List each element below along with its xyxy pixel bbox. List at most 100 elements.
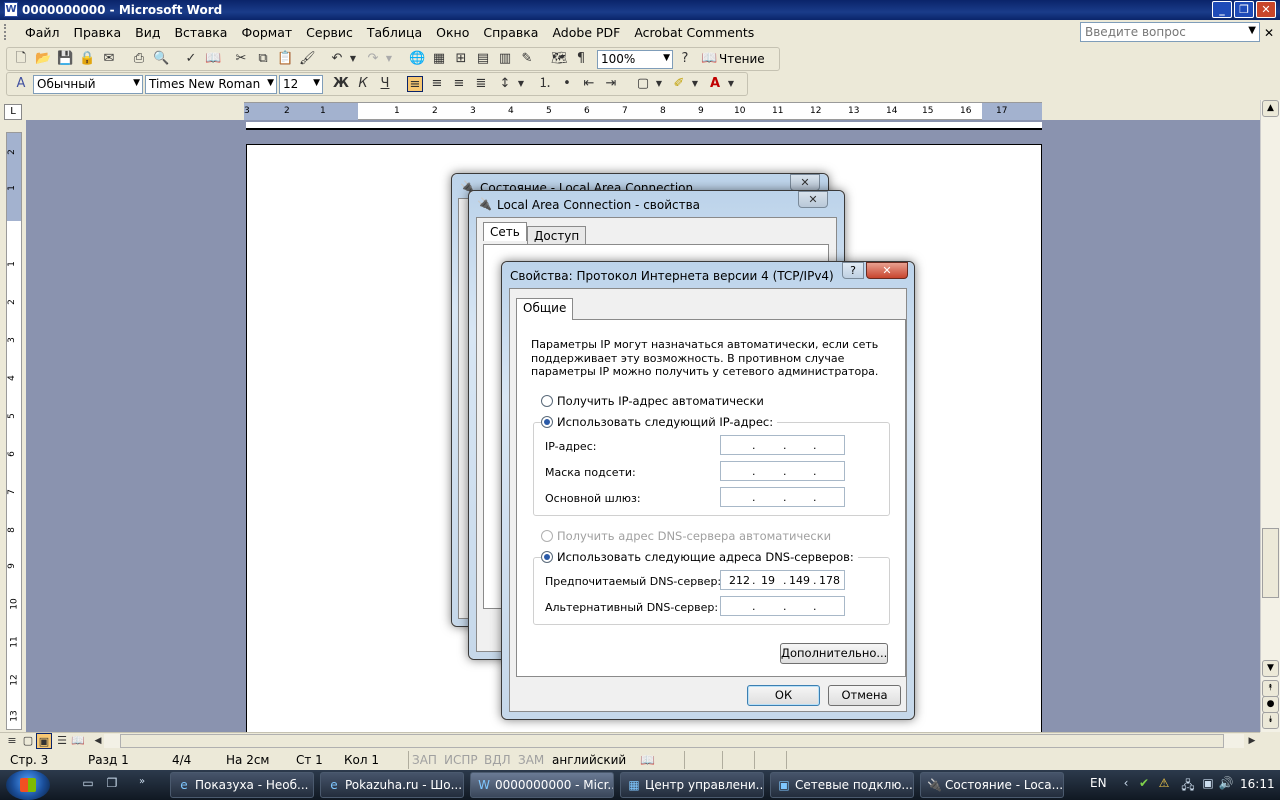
- restore-button[interactable]: ❐: [1234, 1, 1254, 18]
- undo-dropdown-icon[interactable]: ▼: [345, 51, 361, 67]
- status-record-macro[interactable]: ЗАП: [412, 753, 437, 767]
- align-left-icon[interactable]: ≡: [407, 76, 423, 92]
- format-painter-icon[interactable]: 🖌: [299, 51, 316, 67]
- style-select[interactable]: Обычный ▼: [33, 75, 143, 94]
- minimize-button[interactable]: _: [1212, 1, 1232, 18]
- tab-general[interactable]: Общие: [516, 298, 574, 320]
- underline-icon[interactable]: Ч: [377, 76, 393, 92]
- decrease-indent-icon[interactable]: ⇤: [581, 76, 597, 92]
- columns-icon[interactable]: ▥: [497, 51, 513, 67]
- reading-view-icon[interactable]: 📖: [70, 733, 86, 749]
- menu-table[interactable]: Таблица: [360, 25, 429, 40]
- redo-icon[interactable]: ↷: [365, 51, 381, 67]
- vertical-scroll-thumb[interactable]: [1262, 528, 1279, 598]
- undo-icon[interactable]: ↶: [329, 51, 345, 67]
- manual-ip-radio-circle[interactable]: [541, 416, 553, 428]
- vertical-ruler[interactable]: 2 1 1 2 3 4 5 6 7 8 9 10 11 12 13: [6, 132, 22, 730]
- menu-format[interactable]: Формат: [234, 25, 299, 40]
- properties-dialog-close-icon[interactable]: ✕: [798, 191, 828, 208]
- tray-expand-icon[interactable]: ‹: [1118, 776, 1134, 792]
- horizontal-ruler[interactable]: 3 2 1 1 2 3 4 5 6 7 8 9 10 11 12 13 14 1…: [244, 102, 1042, 120]
- highlight-dropdown-icon[interactable]: ▼: [687, 76, 703, 92]
- highlight-icon[interactable]: ✐: [671, 76, 687, 92]
- numbering-icon[interactable]: ⒈: [537, 76, 553, 92]
- insert-table-icon[interactable]: ⊞: [453, 51, 469, 67]
- subnet-mask-input[interactable]: ...: [720, 461, 845, 481]
- redo-dropdown-icon[interactable]: ▼: [381, 51, 397, 67]
- reading-layout-icon[interactable]: 📖: [701, 51, 717, 67]
- tray-security-icon[interactable]: ⚠: [1156, 776, 1172, 792]
- tab-sharing[interactable]: Доступ: [527, 226, 587, 245]
- font-select[interactable]: Times New Roman ▼: [145, 75, 277, 94]
- font-dropdown-icon[interactable]: ▼: [267, 78, 274, 88]
- font-size-dropdown-icon[interactable]: ▼: [313, 78, 320, 88]
- status-extend-selection[interactable]: ВДЛ: [484, 753, 511, 767]
- taskbar-item[interactable]: e Показуха - Необ...: [170, 772, 314, 798]
- preferred-dns-input[interactable]: 212 . 19 . 149 . 178: [720, 570, 845, 590]
- manual-ip-radio[interactable]: Использовать следующий IP-адрес:: [541, 415, 778, 429]
- taskbar-item[interactable]: 🔌 Состояние - Loca...: [920, 772, 1064, 798]
- horizontal-scrollbar[interactable]: ≡ ▢ ▣ ☰ 📖 ◀ ▶: [0, 732, 1260, 749]
- tab-selector[interactable]: L: [4, 104, 22, 120]
- ok-button[interactable]: ОК: [747, 685, 820, 706]
- taskbar-item[interactable]: ▣ Сетевые подклю...: [770, 772, 914, 798]
- status-track-changes[interactable]: ИСПР: [444, 753, 478, 767]
- previous-page-icon[interactable]: ⯭: [1262, 680, 1279, 697]
- auto-ip-radio-circle[interactable]: [541, 395, 553, 407]
- font-color-icon[interactable]: A: [707, 76, 723, 92]
- language-indicator[interactable]: EN: [1090, 776, 1107, 790]
- justify-icon[interactable]: ≣: [473, 76, 489, 92]
- auto-dns-radio[interactable]: Получить адрес DNS-сервера автоматически: [541, 529, 831, 543]
- scroll-up-icon[interactable]: ▲: [1262, 100, 1279, 117]
- bullets-icon[interactable]: •: [559, 76, 575, 92]
- borders-dropdown-icon[interactable]: ▼: [651, 76, 667, 92]
- print-icon[interactable]: ⎙: [131, 51, 147, 67]
- document-close-icon[interactable]: ✕: [1264, 26, 1274, 40]
- menu-tools[interactable]: Сервис: [299, 25, 360, 40]
- help-icon[interactable]: ?: [677, 51, 693, 67]
- ask-question-input[interactable]: Введите вопрос ▼: [1080, 22, 1260, 42]
- spelling-icon[interactable]: ✓: [183, 51, 199, 67]
- open-folder-icon[interactable]: 📂: [35, 51, 51, 67]
- menu-file[interactable]: Файл: [18, 25, 67, 40]
- auto-dns-radio-circle[interactable]: [541, 530, 553, 542]
- save-icon[interactable]: 💾: [57, 51, 73, 67]
- drawing-icon[interactable]: ✎: [519, 51, 535, 67]
- clock[interactable]: 16:11: [1240, 777, 1275, 791]
- tcpip-dialog-close-icon[interactable]: ✕: [866, 262, 908, 279]
- horizontal-scroll-thumb[interactable]: [120, 734, 1224, 748]
- status-overtype[interactable]: ЗАМ: [518, 753, 544, 767]
- line-spacing-dropdown-icon[interactable]: ▼: [513, 76, 529, 92]
- insert-excel-icon[interactable]: ▤: [475, 51, 491, 67]
- tray-app-icon[interactable]: ✔: [1136, 776, 1152, 792]
- menu-insert[interactable]: Вставка: [167, 25, 234, 40]
- permission-icon[interactable]: 🔒: [79, 51, 95, 67]
- taskbar-item[interactable]: ▦ Центр управлени...: [620, 772, 764, 798]
- tray-network-icon[interactable]: 🖧: [1180, 776, 1196, 792]
- line-spacing-icon[interactable]: ↕: [497, 76, 513, 92]
- new-doc-icon[interactable]: 🗋: [13, 51, 29, 67]
- advanced-button[interactable]: Дополнительно...: [780, 643, 888, 664]
- increase-indent-icon[interactable]: ⇥: [603, 76, 619, 92]
- ask-dropdown-arrow-icon[interactable]: ▼: [1248, 25, 1256, 36]
- manual-dns-radio-circle[interactable]: [541, 551, 553, 563]
- help-icon[interactable]: ?: [842, 262, 864, 279]
- taskbar-item[interactable]: e Pokazuha.ru - Шо...: [320, 772, 464, 798]
- status-dialog-close-icon[interactable]: ✕: [790, 174, 820, 191]
- show-desktop-icon[interactable]: ▭: [80, 776, 96, 792]
- borders-icon[interactable]: ▢: [635, 76, 651, 92]
- word-app-icon[interactable]: W: [4, 2, 18, 17]
- ip-address-input[interactable]: ...: [720, 435, 845, 455]
- auto-ip-radio[interactable]: Получить IP-адрес автоматически: [541, 394, 764, 408]
- italic-icon[interactable]: К: [355, 76, 371, 92]
- reading-mode-button[interactable]: Чтение: [719, 52, 765, 66]
- research-icon[interactable]: 📖: [205, 51, 221, 67]
- paste-icon[interactable]: 📋: [277, 51, 293, 67]
- switch-windows-icon[interactable]: ❐: [104, 776, 120, 792]
- align-center-icon[interactable]: ≡: [429, 76, 445, 92]
- manual-dns-radio[interactable]: Использовать следующие адреса DNS-сервер…: [541, 550, 858, 564]
- menu-help[interactable]: Справка: [476, 25, 545, 40]
- spelling-status-icon[interactable]: 📖: [640, 753, 655, 767]
- menu-drag-handle[interactable]: [4, 24, 7, 40]
- next-page-icon[interactable]: ⯯: [1262, 712, 1279, 729]
